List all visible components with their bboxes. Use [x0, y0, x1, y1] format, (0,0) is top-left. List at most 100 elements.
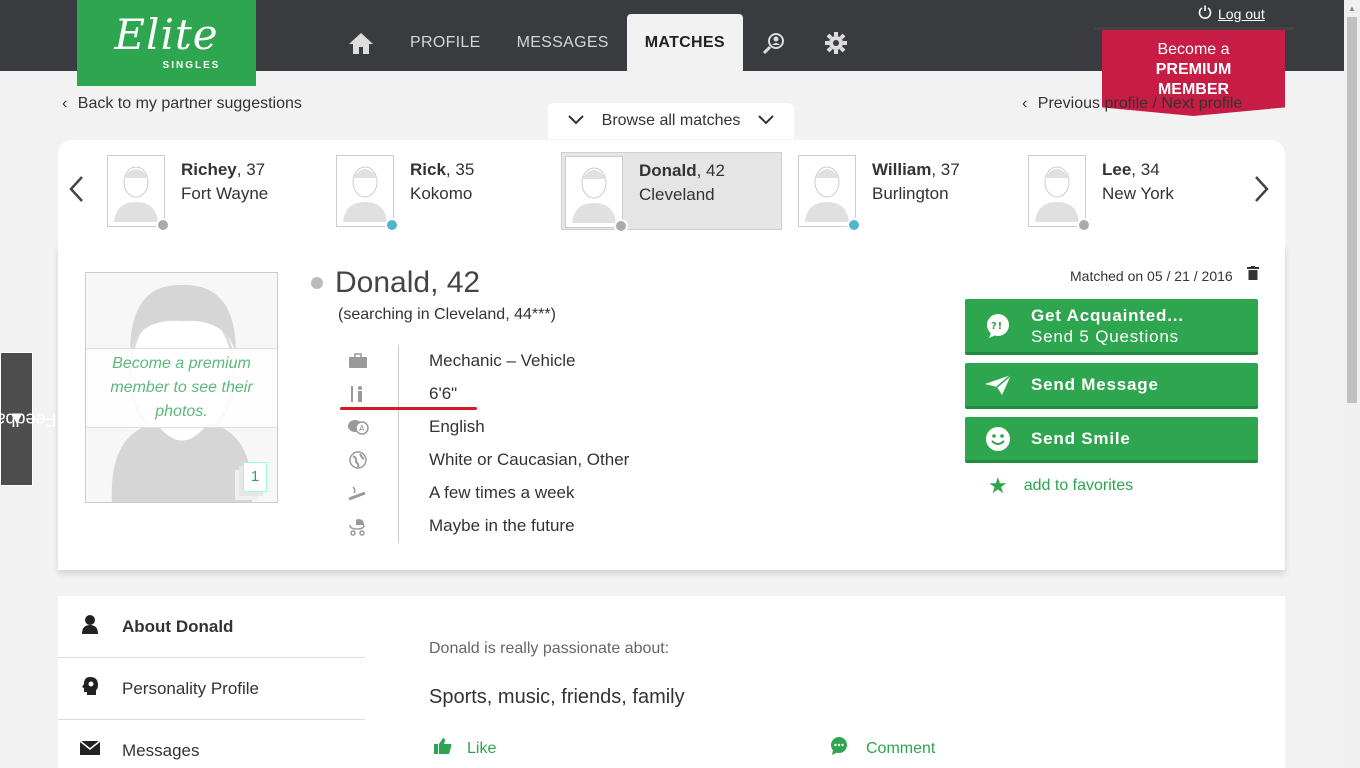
acquaint-sub: Send 5 Questions — [1031, 326, 1179, 346]
detail-value: 6'6" — [429, 383, 458, 403]
sidebar-item-about[interactable]: About Donald — [58, 596, 365, 658]
carousel-prev-arrow[interactable] — [68, 175, 84, 211]
home-icon[interactable] — [330, 14, 392, 71]
match-name: William — [872, 160, 932, 179]
paper-plane-icon — [965, 373, 1031, 396]
question-bubble-icon: ?! — [965, 313, 1031, 339]
send-smile-button[interactable]: Send Smile — [965, 417, 1258, 463]
nav-profile[interactable]: PROFILE — [392, 14, 499, 71]
sidebar-item-personality[interactable]: Personality Profile — [58, 658, 365, 720]
height-icon — [338, 377, 378, 410]
sidebar-item-label: Messages — [122, 740, 200, 760]
match-age: , 37 — [931, 160, 960, 179]
premium-line2: PREMIUM — [1155, 61, 1232, 78]
search-user-icon[interactable] — [743, 14, 805, 71]
feedback-tab[interactable]: ▲ Feedback — [0, 352, 56, 486]
acquaint-title: Get Acquainted... — [1031, 305, 1184, 325]
match-city: Cleveland — [639, 185, 715, 204]
match-city: Kokomo — [410, 184, 473, 203]
match-card[interactable]: Rick, 35 Kokomo — [333, 152, 548, 232]
previous-profile-link[interactable]: ‹ Previous profile / Next profile — [1022, 95, 1242, 113]
photo-count-badge[interactable]: 1 — [243, 462, 267, 492]
sidebar-item-messages[interactable]: Messages — [58, 720, 365, 768]
head-icon — [78, 676, 102, 701]
person-icon — [78, 614, 102, 639]
logout-link[interactable]: Log out — [1198, 5, 1265, 22]
match-name: Donald — [639, 161, 697, 180]
profile-details: Mechanic – Vehicle 6'6" A English White … — [338, 344, 629, 542]
svg-text:?!: ?! — [991, 321, 1003, 332]
send-message-button[interactable]: Send Message — [965, 363, 1258, 409]
match-age: , 42 — [696, 161, 725, 180]
back-to-suggestions-link[interactable]: ‹ Back to my partner suggestions — [62, 95, 302, 113]
avatar — [565, 156, 628, 233]
online-status-dot — [311, 277, 323, 289]
elite-singles-logo[interactable]: Elite SINGLES — [77, 0, 256, 86]
match-city: Burlington — [872, 184, 949, 203]
get-acquainted-button[interactable]: ?! Get Acquainted... Send 5 Questions — [965, 299, 1258, 355]
premium-photo-note: Become a premium member to see their pho… — [86, 348, 277, 428]
match-card[interactable]: William, 37 Burlington — [795, 152, 1010, 232]
browse-all-matches-dropdown[interactable]: Browse all matches — [548, 103, 794, 139]
gear-icon[interactable] — [805, 14, 867, 71]
avatar — [107, 155, 170, 232]
profile-name: Donald, 42 — [335, 266, 481, 299]
sidebar-item-label: Personality Profile — [122, 678, 260, 698]
logo-brand-text: Elite — [114, 10, 219, 59]
send-smile-label: Send Smile — [1031, 429, 1131, 448]
detail-value: Mechanic – Vehicle — [429, 350, 576, 370]
matched-on-date: Matched on 05 / 21 / 2016 — [1070, 268, 1233, 284]
like-button[interactable]: Like — [433, 737, 496, 760]
carousel-next-arrow[interactable] — [1254, 175, 1270, 211]
detail-smoking: A few times a week — [338, 476, 575, 509]
match-name: Rick — [410, 160, 446, 179]
avatar — [798, 155, 861, 232]
trash-icon[interactable] — [1247, 266, 1259, 284]
power-icon — [1198, 5, 1212, 22]
star-icon: ★ — [988, 473, 1008, 498]
online-status-dot — [847, 218, 861, 232]
language-icon: A — [338, 410, 378, 443]
profile-photo[interactable]: Become a premium member to see their pho… — [85, 272, 278, 503]
add-to-favorites-link[interactable]: ★ add to favorites — [988, 473, 1133, 499]
detail-children: Maybe in the future — [338, 509, 575, 542]
briefcase-icon — [338, 344, 378, 377]
match-age: , 37 — [236, 160, 266, 179]
match-card-selected[interactable]: Donald, 42 Cleveland — [561, 152, 782, 233]
match-name: Lee — [1102, 160, 1132, 179]
online-status-dot — [156, 218, 170, 232]
detail-value: English — [429, 416, 485, 436]
online-status-dot — [614, 219, 628, 233]
globe-icon — [338, 443, 378, 476]
details-divider — [398, 345, 399, 543]
match-card[interactable]: Richey, 37 Fort Wayne — [104, 152, 319, 232]
avatar — [1028, 155, 1091, 232]
scroll-up-arrow-icon[interactable]: ▲ — [1348, 4, 1356, 13]
svg-text:A: A — [359, 424, 365, 433]
match-card[interactable]: Lee, 34 New York — [1025, 152, 1225, 232]
like-label: Like — [467, 739, 497, 757]
sidebar-item-label: About Donald — [122, 616, 234, 636]
send-message-label: Send Message — [1031, 375, 1159, 394]
back-link-label: Back to my partner suggestions — [77, 95, 302, 112]
nav-matches[interactable]: MATCHES — [626, 14, 743, 71]
profile-detail-section: About Donald Personality Profile Message… — [58, 596, 1285, 768]
feedback-label: Feedback — [0, 409, 57, 430]
match-city: Fort Wayne — [181, 184, 269, 203]
matches-carousel: Richey, 37 Fort Wayne Rick, 35 Kokomo Dona… — [58, 140, 1285, 244]
comment-label: Comment — [866, 739, 936, 757]
detail-value: White or Caucasian, Other — [429, 449, 630, 469]
stroller-icon — [338, 509, 378, 542]
page-scrollbar[interactable]: ▲ — [1344, 0, 1360, 768]
profile-search-location: (searching in Cleveland, 44***) — [338, 306, 556, 323]
red-underline-annotation — [340, 407, 477, 410]
detail-ethnicity: White or Caucasian, Other — [338, 443, 629, 476]
cigarette-icon — [338, 476, 378, 509]
match-name: Richey — [181, 160, 237, 179]
comment-button[interactable]: Comment — [830, 737, 935, 760]
scrollbar-thumb[interactable] — [1347, 17, 1357, 403]
main-nav: PROFILE MESSAGES MATCHES — [330, 14, 867, 71]
chevron-left-icon: ‹ — [62, 95, 68, 112]
nav-messages[interactable]: MESSAGES — [499, 14, 627, 71]
match-age: , 35 — [445, 160, 475, 179]
